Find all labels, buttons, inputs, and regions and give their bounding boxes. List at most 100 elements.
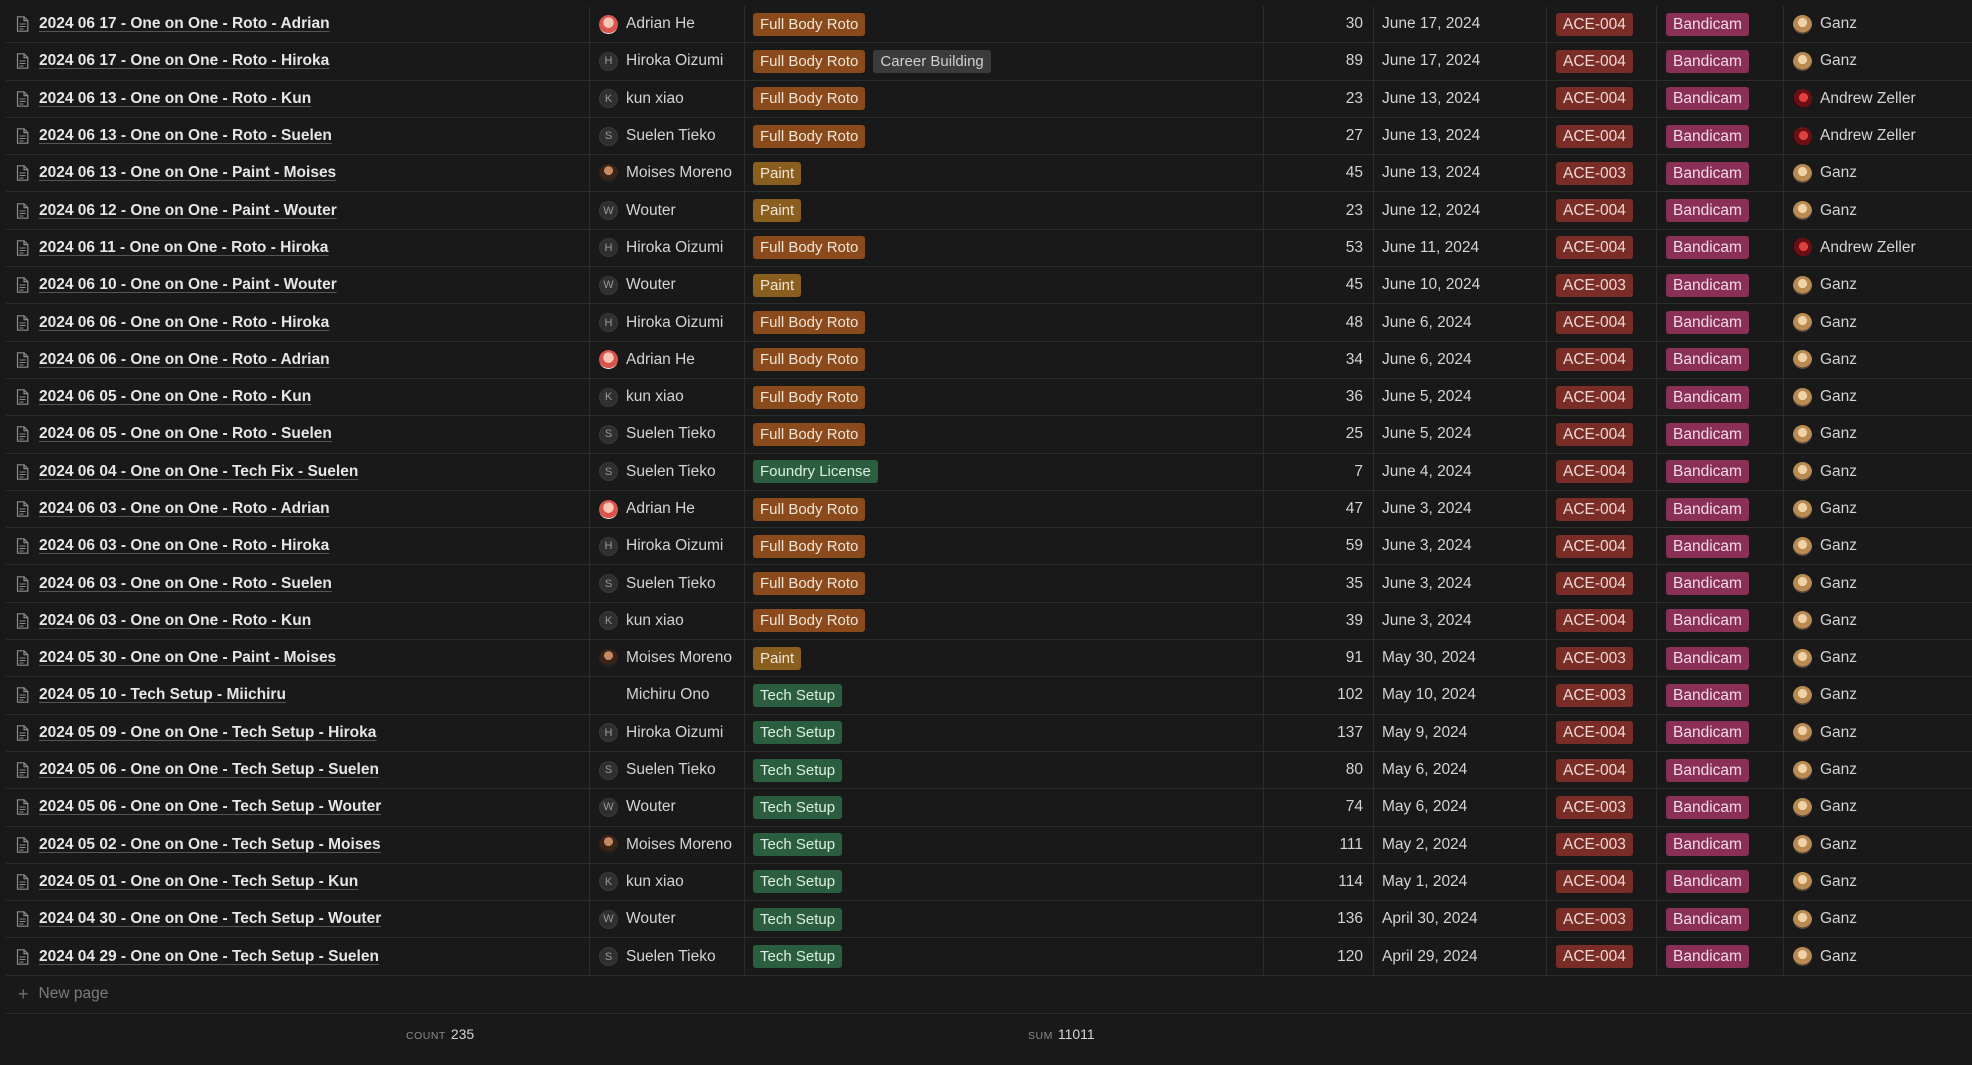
person-cell[interactable]: Kkun xiao xyxy=(590,80,745,117)
table-row[interactable]: 2024 06 03 - One on One - Roto - Adrian A… xyxy=(6,490,1972,529)
capture-cell[interactable]: Bandicam xyxy=(1657,155,1784,192)
tags-cell[interactable]: Full Body Roto xyxy=(745,341,1264,378)
table-row[interactable]: 2024 06 17 - One on One - Roto - Adrian A… xyxy=(6,6,1972,44)
capture-cell[interactable]: Bandicam xyxy=(1657,714,1784,751)
name-cell[interactable]: 2024 05 09 - One on One - Tech Setup - H… xyxy=(6,714,590,751)
name-cell[interactable]: 2024 06 13 - One on One - Paint - Moises xyxy=(6,155,590,192)
table-row[interactable]: 2024 06 17 - One on One - Roto - Hiroka H… xyxy=(6,43,1972,81)
name-cell[interactable]: 2024 06 03 - One on One - Roto - Hiroka xyxy=(6,528,590,565)
owner-cell[interactable]: Andrew Zeller xyxy=(1784,230,1964,266)
page-title-link[interactable]: 2024 06 13 - One on One - Roto - Kun xyxy=(39,90,311,108)
number-cell[interactable]: 74 xyxy=(1264,789,1374,826)
page-title-link[interactable]: 2024 04 30 - One on One - Tech Setup - W… xyxy=(39,910,381,928)
date-cell[interactable]: June 5, 2024 xyxy=(1374,416,1547,453)
person-cell[interactable]: W Wouter xyxy=(590,267,745,304)
person-cell[interactable]: Kkun xiao xyxy=(590,863,745,901)
capture-cell[interactable]: Bandicam xyxy=(1657,901,1784,938)
name-cell[interactable]: 2024 06 03 - One on One - Roto - Suelen xyxy=(6,565,590,602)
person-cell[interactable]: W Wouter xyxy=(590,901,745,938)
name-cell[interactable]: 2024 05 30 - One on One - Paint - Moises xyxy=(6,640,590,677)
page-title-link[interactable]: 2024 06 06 - One on One - Roto - Adrian xyxy=(39,351,330,369)
number-cell[interactable]: 80 xyxy=(1264,751,1374,789)
owner-cell[interactable]: Ganz xyxy=(1784,677,1964,713)
ace-cell[interactable]: ACE-003 xyxy=(1547,826,1657,863)
owner-cell[interactable]: Ganz xyxy=(1784,938,1964,974)
owner-cell[interactable]: Ganz xyxy=(1784,342,1964,378)
name-cell[interactable]: 2024 06 12 - One on One - Paint - Wouter xyxy=(6,192,590,229)
tags-cell[interactable]: Full Body Roto xyxy=(745,304,1264,341)
date-cell[interactable]: June 17, 2024 xyxy=(1374,6,1547,43)
page-title-link[interactable]: 2024 06 05 - One on One - Roto - Suelen xyxy=(39,425,332,443)
ace-cell[interactable]: ACE-004 xyxy=(1547,565,1657,602)
number-cell[interactable]: 102 xyxy=(1264,677,1374,714)
ace-cell[interactable]: ACE-004 xyxy=(1547,453,1657,490)
tags-cell[interactable]: Full Body Roto xyxy=(745,117,1264,155)
number-cell[interactable]: 45 xyxy=(1264,267,1374,304)
ace-cell[interactable]: ACE-004 xyxy=(1547,229,1657,267)
tags-cell[interactable]: Full Body Roto xyxy=(745,565,1264,602)
number-cell[interactable]: 47 xyxy=(1264,490,1374,528)
name-cell[interactable]: 2024 06 17 - One on One - Roto - Adrian xyxy=(6,6,590,43)
person-cell[interactable]: S Suelen Tieko xyxy=(590,453,745,490)
number-cell[interactable]: 39 xyxy=(1264,602,1374,640)
page-title-link[interactable]: 2024 06 05 - One on One - Roto - Kun xyxy=(39,388,311,406)
number-cell[interactable]: 136 xyxy=(1264,901,1374,938)
capture-cell[interactable]: Bandicam xyxy=(1657,6,1784,43)
table-row[interactable]: 2024 05 06 - One on One - Tech Setup - W… xyxy=(6,789,1972,827)
person-cell[interactable]: H Hiroka Oizumi xyxy=(590,304,745,341)
person-cell[interactable]: Moises Moreno xyxy=(590,826,745,863)
number-cell[interactable]: 36 xyxy=(1264,378,1374,416)
new-page-button[interactable]: + New page xyxy=(6,976,1972,1014)
name-cell[interactable]: 2024 04 30 - One on One - Tech Setup - W… xyxy=(6,901,590,938)
name-cell[interactable]: 2024 05 01 - One on One - Tech Setup - K… xyxy=(6,863,590,901)
name-cell[interactable]: 2024 05 06 - One on One - Tech Setup - W… xyxy=(6,789,590,826)
person-cell[interactable]: Kkun xiao xyxy=(590,602,745,640)
name-cell[interactable]: 2024 06 13 - One on One - Roto - Kun xyxy=(6,80,590,117)
tags-cell[interactable]: Full Body Roto xyxy=(745,490,1264,528)
ace-cell[interactable]: ACE-003 xyxy=(1547,901,1657,938)
person-cell[interactable]: Kkun xiao xyxy=(590,378,745,416)
date-cell[interactable]: April 29, 2024 xyxy=(1374,938,1547,975)
page-title-link[interactable]: 2024 06 11 - One on One - Roto - Hiroka xyxy=(39,239,328,257)
page-title-link[interactable]: 2024 05 02 - One on One - Tech Setup - M… xyxy=(39,836,381,854)
owner-cell[interactable]: Ganz xyxy=(1784,192,1964,228)
owner-cell[interactable]: Ganz xyxy=(1784,155,1964,191)
name-cell[interactable]: 2024 04 29 - One on One - Tech Setup - S… xyxy=(6,938,590,975)
owner-cell[interactable]: Ganz xyxy=(1784,715,1964,751)
table-row[interactable]: 2024 04 30 - One on One - Tech Setup - W… xyxy=(6,901,1972,939)
page-title-link[interactable]: 2024 05 09 - One on One - Tech Setup - H… xyxy=(39,724,376,742)
ace-cell[interactable]: ACE-004 xyxy=(1547,378,1657,416)
person-cell[interactable]: H Hiroka Oizumi xyxy=(590,528,745,565)
tags-cell[interactable]: Full Body Roto xyxy=(745,528,1264,565)
name-cell[interactable]: 2024 06 11 - One on One - Roto - Hiroka xyxy=(6,229,590,267)
date-cell[interactable]: June 6, 2024 xyxy=(1374,304,1547,341)
date-cell[interactable]: June 6, 2024 xyxy=(1374,341,1547,378)
tags-cell[interactable]: Full Body Roto xyxy=(745,6,1264,43)
tags-cell[interactable]: Full Body Roto Career Building xyxy=(745,43,1264,80)
ace-cell[interactable]: ACE-004 xyxy=(1547,751,1657,789)
tags-cell[interactable]: Tech Setup xyxy=(745,901,1264,938)
tags-cell[interactable]: Full Body Roto xyxy=(745,229,1264,267)
ace-cell[interactable]: ACE-004 xyxy=(1547,863,1657,901)
number-cell[interactable]: 7 xyxy=(1264,453,1374,490)
owner-cell[interactable]: Ganz xyxy=(1784,789,1964,825)
capture-cell[interactable]: Bandicam xyxy=(1657,117,1784,155)
tags-cell[interactable]: Tech Setup xyxy=(745,751,1264,789)
capture-cell[interactable]: Bandicam xyxy=(1657,490,1784,528)
tags-cell[interactable]: Full Body Roto xyxy=(745,80,1264,117)
number-cell[interactable]: 34 xyxy=(1264,341,1374,378)
capture-cell[interactable]: Bandicam xyxy=(1657,863,1784,901)
table-row[interactable]: 2024 05 06 - One on One - Tech Setup - S… xyxy=(6,751,1972,790)
name-cell[interactable]: 2024 06 06 - One on One - Roto - Hiroka xyxy=(6,304,590,341)
table-row[interactable]: 2024 06 06 - One on One - Roto - Adrian A… xyxy=(6,341,1972,379)
person-cell[interactable]: H Hiroka Oizumi xyxy=(590,43,745,80)
page-title-link[interactable]: 2024 06 17 - One on One - Roto - Adrian xyxy=(39,15,330,33)
table-row[interactable]: 2024 06 12 - One on One - Paint - Wouter… xyxy=(6,192,1972,230)
name-cell[interactable]: 2024 05 10 - Tech Setup - Miichiru xyxy=(6,677,590,714)
date-cell[interactable]: June 4, 2024 xyxy=(1374,453,1547,490)
table-row[interactable]: 2024 04 29 - One on One - Tech Setup - S… xyxy=(6,938,1972,976)
owner-cell[interactable]: Ganz xyxy=(1784,267,1964,303)
name-cell[interactable]: 2024 06 05 - One on One - Roto - Suelen xyxy=(6,416,590,453)
date-cell[interactable]: June 13, 2024 xyxy=(1374,80,1547,117)
tags-cell[interactable]: Full Body Roto xyxy=(745,416,1264,453)
